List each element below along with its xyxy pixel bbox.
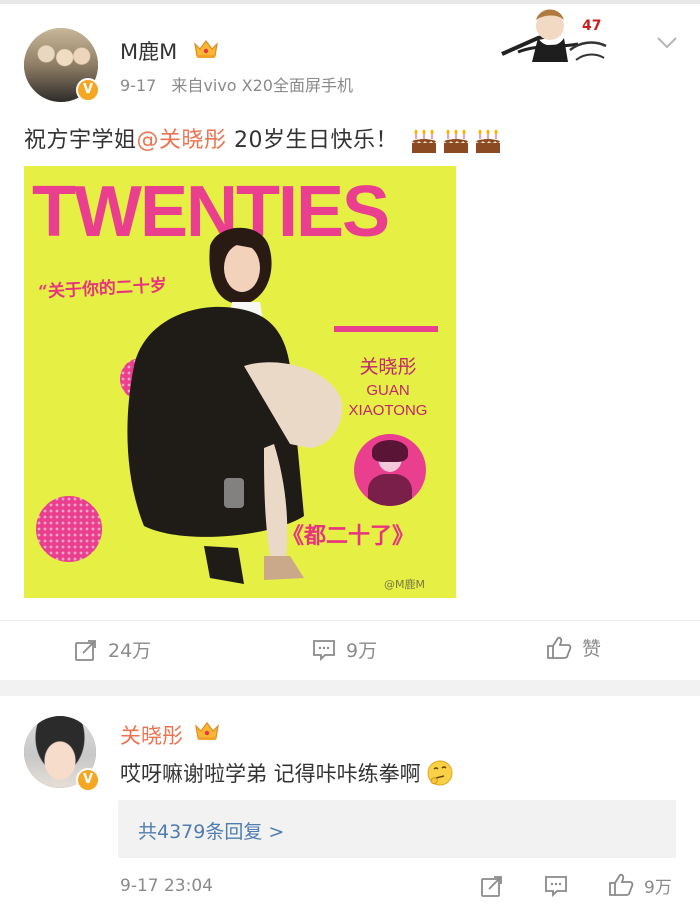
thumbs-up-icon bbox=[609, 873, 634, 896]
post-text: 祝方宇学姐@关晓彤 20岁生日快乐！ bbox=[24, 122, 502, 155]
poster-photo bbox=[127, 227, 343, 584]
poster-watermark: @M鹿M bbox=[384, 578, 425, 591]
repost-count: 24万 bbox=[108, 640, 152, 662]
post-meta: 9-17 来自vivo X20全面屏手机 bbox=[120, 72, 353, 96]
repost-icon[interactable] bbox=[480, 874, 504, 898]
post-source[interactable]: 来自vivo X20全面屏手机 bbox=[171, 76, 353, 95]
repost-button[interactable]: 24万 bbox=[74, 636, 151, 663]
post-image[interactable]: TWENTIES “关于你的二十岁 关晓彤 GUAN XIAOTONG 《都二十… bbox=[24, 166, 456, 598]
comment-icon[interactable] bbox=[544, 874, 568, 898]
post-date: 9-17 bbox=[120, 76, 157, 95]
repost-icon bbox=[75, 639, 96, 661]
mention-link[interactable]: @关晓彤 bbox=[137, 128, 227, 153]
verified-badge-icon: V bbox=[76, 78, 100, 102]
verified-badge-icon: V bbox=[76, 768, 100, 792]
comment-count: 9万 bbox=[346, 640, 378, 662]
poster-dot-circle-large bbox=[36, 496, 102, 562]
commenter-name[interactable]: 关晓彤 bbox=[120, 720, 183, 750]
comment-text: 哎呀嘛谢啦学弟 记得咔咔练拳啊 bbox=[120, 758, 455, 788]
svg-text:47: 47 bbox=[582, 18, 601, 34]
comment-like-count: 9万 bbox=[644, 877, 672, 898]
comment-text-body: 哎呀嘛谢啦学弟 记得咔咔练拳啊 bbox=[120, 762, 421, 786]
comment-time: 9-17 23:04 bbox=[120, 876, 213, 896]
poster-portrait-circle bbox=[354, 434, 426, 506]
like-label: 赞 bbox=[582, 638, 602, 660]
crown-icon bbox=[195, 722, 219, 740]
comment-button[interactable]: 9万 bbox=[312, 636, 377, 663]
section-gap bbox=[0, 680, 700, 696]
cake-icon bbox=[411, 129, 436, 153]
view-replies-link[interactable]: 共4379条回复 > bbox=[138, 817, 284, 844]
author-name[interactable]: M鹿M bbox=[120, 36, 177, 66]
cake-icon bbox=[443, 129, 468, 153]
chevron-down-icon[interactable] bbox=[656, 36, 678, 50]
action-divider bbox=[0, 620, 700, 621]
post-text-tail: 20岁生日快乐！ bbox=[226, 128, 399, 153]
post-text-body: 祝方宇学姐 bbox=[24, 128, 137, 153]
thinking-face-emoji-icon bbox=[427, 760, 453, 786]
crown-icon bbox=[194, 40, 218, 58]
comment-icon bbox=[313, 639, 335, 661]
reply-summary-box[interactable]: 共4379条回复 > bbox=[118, 800, 676, 858]
card-decoration-sticker: 47 bbox=[501, 9, 607, 62]
comment-like-button[interactable]: 9万 bbox=[608, 872, 672, 898]
cake-icon bbox=[475, 129, 500, 153]
like-button[interactable]: 赞 bbox=[546, 634, 601, 661]
thumbs-up-icon bbox=[547, 636, 572, 659]
